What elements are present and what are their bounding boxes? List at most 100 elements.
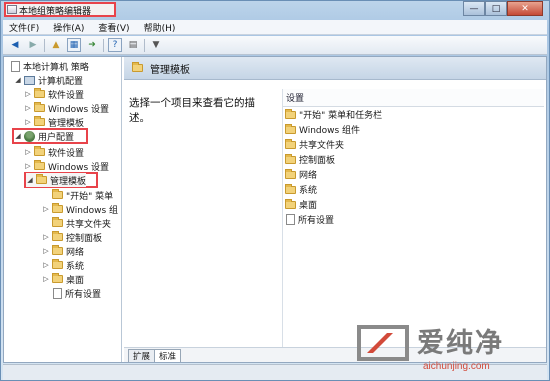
tree-label: 管理模板 <box>50 176 87 187</box>
list-item-label: 共享文件夹 <box>299 141 345 151</box>
tree-root[interactable]: 本地计算机 策略 <box>8 59 89 73</box>
watermark-url: aichunjing.com <box>423 361 490 372</box>
folder-icon <box>34 160 45 170</box>
tree-admin-templates[interactable]: ◢ 管理模板 <box>26 173 87 187</box>
watermark-brand: 爱纯净 <box>417 328 504 359</box>
help-icon[interactable]: ? <box>108 38 122 52</box>
list-item[interactable]: 桌面 <box>283 197 544 212</box>
tree-item[interactable]: ▷ 软件设置 <box>24 145 84 159</box>
detail-title: 管理模板 <box>150 64 190 76</box>
tree-item[interactable]: 共享文件夹 <box>42 216 111 230</box>
tree-item[interactable]: ▷ 管理模板 <box>24 115 84 129</box>
list-item[interactable]: "开始" 菜单和任务栏 <box>283 107 544 122</box>
description-text: 选择一个项目来查看它的描述。 <box>129 97 255 124</box>
expand-icon[interactable]: ▷ <box>42 261 50 269</box>
computer-icon <box>24 75 35 85</box>
close-button[interactable]: ✕ <box>507 1 543 16</box>
tree-item[interactable]: ▷ Windows 设置 <box>24 159 109 173</box>
tree-item[interactable]: "开始" 菜单 <box>42 188 113 202</box>
filter-icon[interactable]: ▼ <box>149 38 163 52</box>
list-item[interactable]: Windows 组件 <box>283 122 544 137</box>
list-item-label: 网络 <box>299 171 318 181</box>
maximize-button[interactable]: □ <box>485 1 507 16</box>
folder-icon <box>52 273 63 283</box>
folder-icon <box>285 108 296 119</box>
title-bar[interactable]: 本地组策略编辑器 — □ ✕ <box>1 1 549 19</box>
all-settings-icon <box>286 214 295 225</box>
folder-icon <box>285 198 296 209</box>
window-title: 本地组策略编辑器 <box>19 7 92 17</box>
collapse-icon[interactable]: ◢ <box>26 176 34 184</box>
show-tree-icon[interactable]: ▦ <box>67 38 81 52</box>
list-item-label: 桌面 <box>299 201 318 211</box>
list-item[interactable]: 共享文件夹 <box>283 137 544 152</box>
folder-icon <box>34 102 45 112</box>
expand-icon[interactable]: ▷ <box>24 90 32 98</box>
menu-bar: 文件(F) 操作(A) 查看(V) 帮助(H) <box>3 20 547 35</box>
expand-icon[interactable]: ▷ <box>42 247 50 255</box>
watermark-logo-icon <box>357 325 409 361</box>
folder-icon <box>52 217 63 227</box>
tree-label: Windows 设置 <box>48 104 110 115</box>
app-icon <box>7 5 17 14</box>
expand-icon[interactable]: ▷ <box>42 205 50 213</box>
collapse-icon[interactable]: ◢ <box>14 76 22 84</box>
expand-icon[interactable]: ▷ <box>42 233 50 241</box>
menu-action[interactable]: 操作(A) <box>53 21 84 34</box>
tree-item[interactable]: ▷ Windows 组 <box>42 202 118 216</box>
tree-computer-config[interactable]: ◢ 计算机配置 <box>14 73 83 87</box>
list-item[interactable]: 所有设置 <box>283 212 544 227</box>
tab-standard[interactable]: 标准 <box>154 349 182 362</box>
tree-item[interactable]: ▷ 控制面板 <box>42 230 102 244</box>
collapse-icon[interactable]: ◢ <box>14 132 22 140</box>
tree-label: 系统 <box>66 261 85 272</box>
menu-view[interactable]: 查看(V) <box>98 21 129 34</box>
tree-item[interactable]: ▷ 网络 <box>42 244 84 258</box>
forward-icon[interactable]: ▶ <box>26 38 40 52</box>
folder-icon <box>52 231 63 241</box>
menu-file[interactable]: 文件(F) <box>9 21 39 34</box>
tree-user-config[interactable]: ◢ 用户配置 <box>14 129 74 143</box>
tree-label: 共享文件夹 <box>66 219 112 230</box>
tree-label: 桌面 <box>66 275 85 286</box>
properties-icon[interactable]: ▤ <box>126 38 140 52</box>
expand-icon[interactable]: ▷ <box>24 162 32 170</box>
folder-icon <box>52 203 63 213</box>
folder-icon <box>285 183 296 194</box>
folder-icon <box>36 174 47 184</box>
detail-pane: 管理模板 选择一个项目来查看它的描述。 设置 "开始" 菜单和任务栏 Windo… <box>124 57 546 347</box>
list-item-label: 所有设置 <box>298 216 335 226</box>
expand-icon[interactable]: ▷ <box>24 148 32 156</box>
detail-header: 管理模板 <box>124 57 546 80</box>
tree-label: 软件设置 <box>48 90 85 101</box>
tree-item[interactable]: ▷ 桌面 <box>42 272 84 286</box>
list-item-label: 系统 <box>299 186 318 196</box>
list-item[interactable]: 网络 <box>283 167 544 182</box>
tree-label: 本地计算机 策略 <box>23 62 89 73</box>
tab-extended[interactable]: 扩展 <box>128 349 156 362</box>
tree-label: Windows 设置 <box>48 162 110 173</box>
expand-icon[interactable]: ▷ <box>42 275 50 283</box>
up-icon[interactable]: ▲ <box>49 38 63 52</box>
tree-label: 软件设置 <box>48 148 85 159</box>
expand-icon[interactable]: ▷ <box>24 104 32 112</box>
back-icon[interactable]: ◀ <box>8 38 22 52</box>
list-item[interactable]: 控制面板 <box>283 152 544 167</box>
folder-icon <box>34 116 45 126</box>
gpedit-window: 本地组策略编辑器 — □ ✕ 文件(F) 操作(A) 查看(V) 帮助(H) ◀… <box>0 0 550 381</box>
column-header-setting[interactable]: 设置 <box>283 89 544 107</box>
policy-icon <box>11 60 20 72</box>
minimize-button[interactable]: — <box>463 1 485 16</box>
export-icon[interactable]: ➜ <box>85 38 99 52</box>
tree-label: 管理模板 <box>48 118 85 129</box>
menu-help[interactable]: 帮助(H) <box>144 21 176 34</box>
tree-item[interactable]: ▷ 软件设置 <box>24 87 84 101</box>
tree-item[interactable]: 所有设置 <box>42 286 101 300</box>
tree-item[interactable]: ▷ 系统 <box>42 258 84 272</box>
expand-icon[interactable]: ▷ <box>24 118 32 126</box>
toolbar: ◀ ▶ ▲ ▦ ➜ ? ▤ ▼ <box>3 36 547 55</box>
tree-label: 网络 <box>66 247 85 258</box>
tree-item[interactable]: ▷ Windows 设置 <box>24 101 109 115</box>
all-settings-icon <box>53 287 62 299</box>
list-item[interactable]: 系统 <box>283 182 544 197</box>
